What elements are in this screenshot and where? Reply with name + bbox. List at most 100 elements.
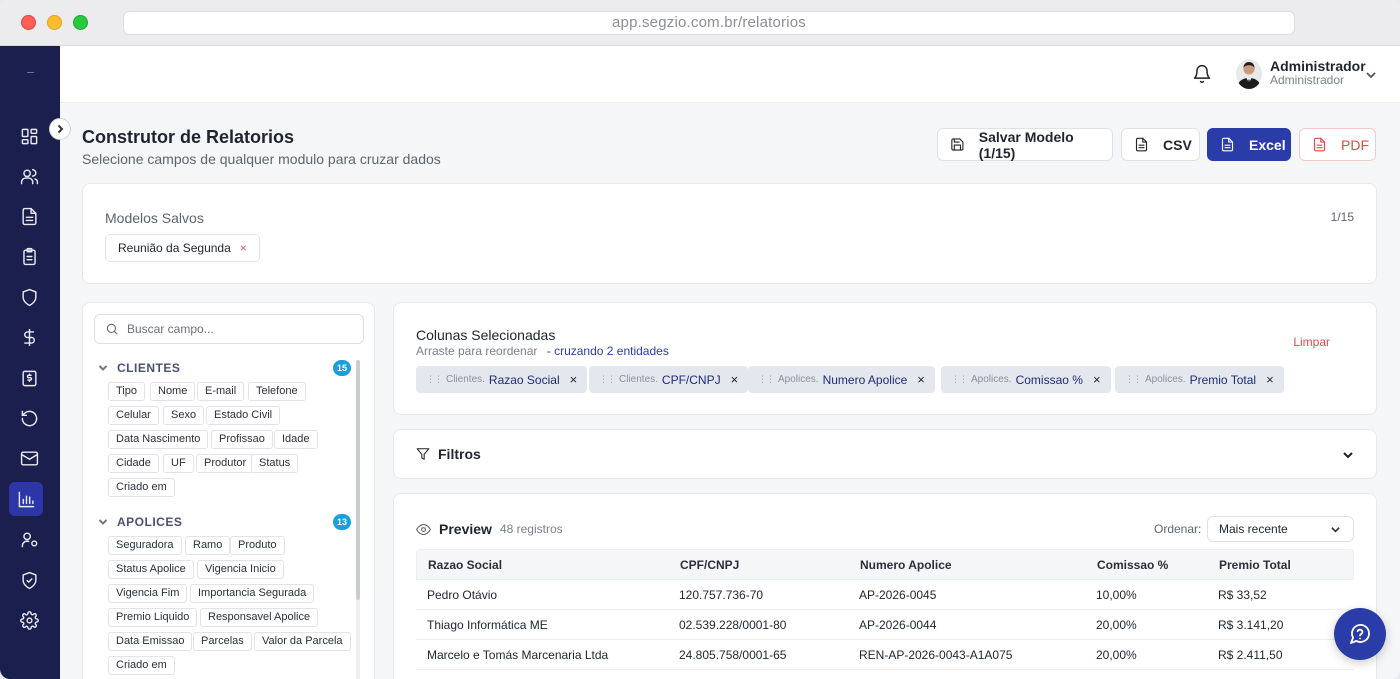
field-chip[interactable]: Celular <box>108 406 159 425</box>
field-chip[interactable]: Valor da Parcela <box>254 632 351 651</box>
column-header[interactable]: Premio Total <box>1219 550 1291 581</box>
field-chip[interactable]: Data Nascimento <box>108 430 209 449</box>
history-icon[interactable] <box>14 403 44 433</box>
selected-columns-card: Colunas Selecionadas Arraste para reorde… <box>393 302 1377 415</box>
field-chip[interactable]: Status Apolice <box>108 560 194 579</box>
scrollbar-thumb[interactable] <box>356 360 360 600</box>
field-chip[interactable]: Responsavel Apolice <box>200 608 319 627</box>
field-chip[interactable]: Idade <box>274 430 318 449</box>
field-chip[interactable]: Produtor <box>196 454 255 473</box>
dollar-icon[interactable] <box>14 322 44 352</box>
minimize-window-button[interactable] <box>47 15 62 30</box>
field-chip[interactable]: Parcelas <box>193 632 252 651</box>
reports-icon[interactable] <box>9 482 43 516</box>
group-header-apolices[interactable]: APOLICES <box>98 514 182 530</box>
field-chip[interactable]: Vigencia Fim <box>108 584 188 603</box>
column-chip[interactable]: ⋮⋮ Apolices. Numero Apolice × <box>748 366 935 393</box>
field-list-scrollbar[interactable] <box>356 360 360 679</box>
field-chip[interactable]: Nome <box>150 382 196 401</box>
receipt-icon[interactable] <box>14 363 44 393</box>
remove-column-icon[interactable]: × <box>1266 372 1274 387</box>
export-pdf-button[interactable]: PDF <box>1299 128 1376 161</box>
bell-icon[interactable] <box>1192 64 1212 84</box>
field-chip[interactable]: Profissao <box>211 430 273 449</box>
drag-handle-icon[interactable]: ⋮⋮ <box>951 374 968 385</box>
column-header[interactable]: Razao Social <box>428 550 502 581</box>
filters-panel[interactable]: Filtros <box>393 429 1377 479</box>
user-settings-icon[interactable] <box>14 524 44 554</box>
column-header[interactable]: Numero Apolice <box>860 550 952 581</box>
column-header[interactable]: Comissao % <box>1097 550 1168 581</box>
field-chip[interactable]: Criado em <box>108 478 175 497</box>
filters-header[interactable]: Filtros <box>416 446 481 462</box>
table-cell: 02.539.228/0001-80 <box>679 618 787 632</box>
shield-check-icon[interactable] <box>14 565 44 595</box>
filters-label: Filtros <box>438 446 481 462</box>
chevron-down-icon[interactable] <box>1342 448 1354 460</box>
user-name[interactable]: Administrador <box>1270 58 1366 74</box>
shield-icon[interactable] <box>14 282 44 312</box>
table-cell: R$ 2.411,50 <box>1218 648 1283 662</box>
search-field-input[interactable]: Buscar campo... <box>94 314 364 344</box>
clipboard-icon[interactable] <box>14 241 44 271</box>
remove-column-icon[interactable]: × <box>1093 372 1101 387</box>
column-header[interactable]: CPF/CNPJ <box>680 550 739 581</box>
url-bar[interactable]: app.segzio.com.br/relatorios <box>123 11 1295 35</box>
save-model-button[interactable]: Salvar Modelo (1/15) <box>937 128 1113 161</box>
table-cell: Marcelo e Tomás Marcenaria Ltda <box>427 648 609 662</box>
column-chip[interactable]: ⋮⋮ Apolices. Comissao % × <box>941 366 1111 393</box>
field-chip[interactable]: Sexo <box>163 406 205 425</box>
field-chip[interactable]: Estado Civil <box>206 406 281 425</box>
column-name: CPF/CNPJ <box>661 372 721 387</box>
users-icon[interactable] <box>14 161 44 191</box>
field-chip[interactable]: Criado em <box>108 656 175 675</box>
field-chip[interactable]: Ramo <box>185 536 231 555</box>
maximize-window-button[interactable] <box>73 15 88 30</box>
field-chip[interactable]: E-mail <box>197 382 245 401</box>
gear-icon[interactable] <box>14 605 44 635</box>
drag-handle-icon[interactable]: ⋮⋮ <box>758 374 775 385</box>
field-chip[interactable]: Vigencia Inicio <box>197 560 284 579</box>
table-cell: 24.805.758/0001-65 <box>679 648 787 662</box>
eye-icon <box>416 523 431 535</box>
close-window-button[interactable] <box>21 15 36 30</box>
remove-column-icon[interactable]: × <box>731 372 739 387</box>
sidebar <box>0 46 60 679</box>
column-entity: Apolices. <box>1145 374 1186 385</box>
remove-model-icon[interactable]: × <box>240 235 247 261</box>
table-cell: Pedro Otávio <box>427 588 498 602</box>
field-chip[interactable]: Tipo <box>108 382 145 401</box>
field-chip[interactable]: Importancia Segurada <box>190 584 315 603</box>
drag-handle-icon[interactable]: ⋮⋮ <box>599 374 616 385</box>
field-chip[interactable]: Telefone <box>248 382 306 401</box>
clear-columns-button[interactable]: Limpar <box>1293 335 1330 349</box>
export-excel-button[interactable]: Excel <box>1207 128 1291 161</box>
column-chip[interactable]: ⋮⋮ Clientes. CPF/CNPJ × <box>589 366 749 393</box>
sort-select[interactable]: Mais recente <box>1207 516 1354 542</box>
field-chip[interactable]: Data Emissao <box>108 632 193 651</box>
field-chip[interactable]: Status <box>251 454 299 473</box>
drag-handle-icon[interactable]: ⋮⋮ <box>1125 374 1142 385</box>
column-chip[interactable]: ⋮⋮ Clientes. Razao Social × <box>416 366 588 393</box>
field-chip[interactable]: Produto <box>230 536 285 555</box>
avatar[interactable] <box>1236 59 1262 89</box>
dashboard-icon[interactable] <box>14 121 44 151</box>
column-chip[interactable]: ⋮⋮ Apolices. Premio Total × <box>1115 366 1284 393</box>
table-cell: 20,00% <box>1096 618 1137 632</box>
group-header-clientes[interactable]: CLIENTES <box>98 360 180 376</box>
field-chip[interactable]: Seguradora <box>108 536 182 555</box>
field-chip[interactable]: Premio Liquido <box>108 608 198 627</box>
field-chip[interactable]: UF <box>163 454 194 473</box>
sidebar-toggle-button[interactable] <box>49 118 71 140</box>
drag-handle-icon[interactable]: ⋮⋮ <box>426 374 443 385</box>
mail-icon[interactable] <box>14 443 44 473</box>
chevron-down-icon[interactable] <box>1365 68 1377 80</box>
saved-model-chip[interactable]: Reunião da Segunda × <box>105 234 260 262</box>
remove-column-icon[interactable]: × <box>570 372 578 387</box>
field-chip[interactable]: Cidade <box>108 454 159 473</box>
export-csv-button[interactable]: CSV <box>1121 128 1200 161</box>
document-icon[interactable] <box>14 201 44 231</box>
help-chat-icon <box>1350 624 1370 644</box>
remove-column-icon[interactable]: × <box>917 372 925 387</box>
help-chat-button[interactable] <box>1334 608 1386 660</box>
